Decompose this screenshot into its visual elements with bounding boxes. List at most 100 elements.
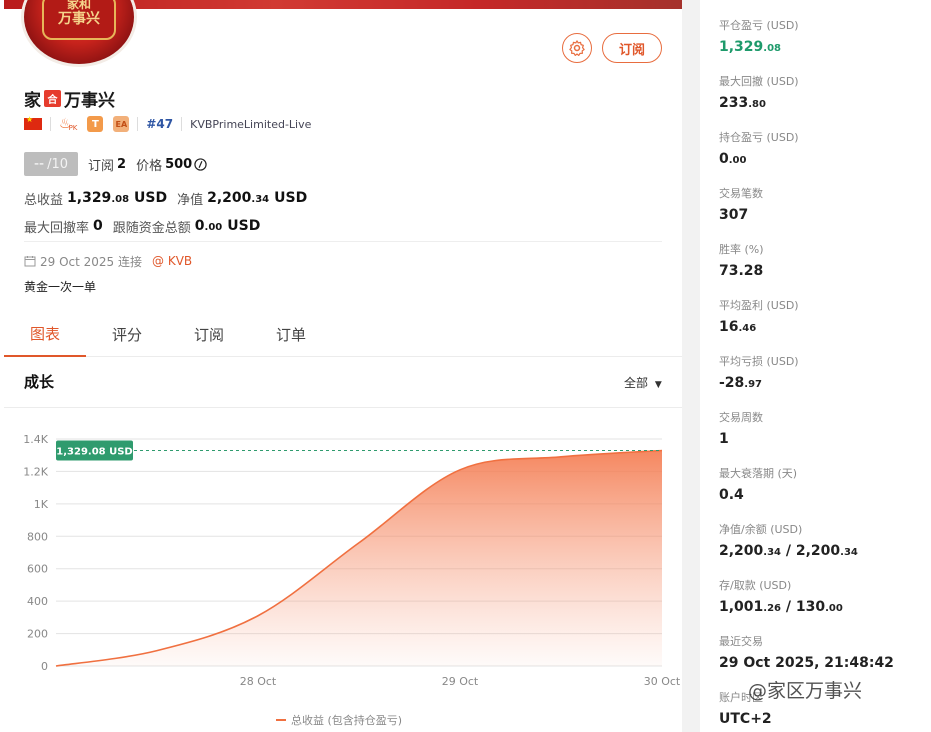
profit-equity-row: 总收益 1,329.08 USD 净值 2,200.34 USD [24,188,317,208]
divider [137,117,139,131]
metric-label: 平均亏损 (USD) [719,355,799,368]
metric-label: 最大回撤 (USD) [719,75,799,88]
total-profit-value: 1,329.08 [67,190,129,206]
follow-funds-decimal: .00 [204,222,223,233]
metric-label: 平仓盈亏 (USD) [719,19,799,32]
divider [50,117,51,131]
metric-value: 2,200.34 / 2,200.34 [719,543,858,559]
x-tick-label: 30 Oct [644,675,681,688]
settings-button[interactable] [562,33,592,63]
metric-label: 最大衰落期 (天) [719,467,798,480]
gear-icon [569,40,585,57]
divider [181,117,183,131]
y-tick-label: 800 [27,530,48,543]
metric-value: 0.4 [719,487,744,503]
metric-label: 持仓盈亏 (USD) [719,131,799,144]
trader-profile-card: 家和 万事兴 订阅 家 合 万事兴 ♨ PK T EA #47 KVBPrime… [4,0,682,732]
y-tick-label: 1.4K [23,433,48,446]
avatar-seal: 家和 万事兴 [42,0,116,40]
avatar-text-line2: 万事兴 [58,11,100,27]
score-denominator: /10 [47,156,69,172]
watermark: @家区万事兴 [748,680,863,702]
broker-server: KVBPrimeLimited-Live [190,117,312,131]
metric-item: 持仓盈亏 (USD) 0.00 [719,129,799,167]
strategy-description: 黄金一次一单 [24,280,97,294]
avatar-text-line1: 家和 [66,0,91,11]
metric-item: 平仓盈亏 (USD) 1,329.08 [719,17,799,55]
metric-value: 1 [719,431,729,447]
metric-value: 233.80 [719,95,766,111]
metric-item: 交易周数 1 [719,409,763,447]
score-box: -- /10 [24,152,78,176]
tab-chart[interactable]: 图表 [4,311,86,357]
equity-main: 2,200 [207,190,252,206]
price-value: 500 [165,156,193,172]
subscribers-value: 2 [117,156,127,172]
badge-row: ♨ PK T EA #47 KVBPrimeLimited-Live [24,115,311,133]
chart-title: 成长 [24,373,55,391]
metric-item: 最近交易 29 Oct 2025, 21:48:42 [719,633,894,671]
metric-item: 存/取款 (USD) 1,001.26 / 130.00 [719,577,843,615]
metric-item: 最大衰落期 (天) 0.4 [719,465,797,503]
connect-date: 29 Oct 2025 连接 [40,254,143,269]
total-profit-label: 总收益 [24,192,64,208]
x-tick-label: 29 Oct [442,675,479,688]
broker-link[interactable]: @ KVB [152,254,192,268]
metric-label: 最近交易 [719,635,763,648]
total-profit-main: 1,329 [67,190,112,206]
metric-label: 交易笔数 [719,187,763,200]
subscribe-button[interactable]: 订阅 [602,33,662,63]
drawdown-follow-row: 最大回撤率 0 跟随资金总额 0.00 USD [24,216,270,236]
max-drawdown-label: 最大回撤率 [24,220,90,236]
calendar-icon [24,256,36,267]
tab-rating[interactable]: 评分 [86,311,168,357]
china-flag-icon [24,115,42,130]
follow-funds-label: 跟随资金总额 [112,220,191,236]
metric-label: 净值/余额 (USD) [719,523,803,536]
y-tick-label: 0 [41,660,48,673]
price-label: 价格 [136,158,163,174]
t-badge: T [87,116,104,132]
metric-value: 73.28 [719,263,764,279]
tab-subscribe[interactable]: 订阅 [168,311,250,357]
metric-value: 1,329.08 [719,39,782,55]
total-profit-unit: USD [134,190,168,206]
chevron-down-icon: ▼ [654,380,662,390]
metric-label: 存/取款 (USD) [719,579,792,592]
rank-badge: #47 [146,117,174,131]
trader-name-badge: 合 [44,89,61,107]
y-tick-label: 400 [27,595,48,608]
current-value-label: 1,329.08 USD [56,446,132,457]
legend-label: 总收益 (包含持仓盈亏) [291,713,402,727]
follow-funds-unit: USD [227,218,261,234]
metric-label: 平均盈利 (USD) [719,299,799,312]
x-tick-label: 28 Oct [240,675,277,688]
metric-value: 16.46 [719,319,757,335]
equity-label: 净值 [177,192,204,208]
metric-item: 平均盈利 (USD) 16.46 [719,297,799,335]
metric-item: 交易笔数 307 [719,185,763,223]
metric-label: 交易周数 [719,411,763,424]
trader-name-part1: 家 [24,90,41,111]
max-drawdown-value: 0 [93,218,103,234]
tab-orders[interactable]: 订单 [250,311,332,357]
range-dropdown[interactable]: 全部 ▼ [624,374,662,391]
chart-header: 成长 全部 ▼ [4,357,682,408]
y-tick-label: 1.2K [23,465,48,478]
coin-icon [194,157,207,171]
metrics-panel: 平仓盈亏 (USD) 1,329.08 最大回撤 (USD) 233.80 持仓盈亏 (… [700,0,931,732]
subscribers-label: 订阅 [88,158,115,174]
trader-name-part2: 万事兴 [64,90,115,111]
metric-value: 0.00 [719,151,747,167]
metric-item: 平均亏损 (USD) -28.97 [719,353,799,391]
ea-badge: EA [113,116,130,132]
connect-date-row: 29 Oct 2025 连接 @ KVB [24,251,192,271]
score-value: -- [33,156,45,172]
metric-item: 胜率 (%) 73.28 [719,241,764,279]
trader-name: 家 合 万事兴 [24,86,115,111]
metric-value: UTC+2 [719,711,772,727]
equity-decimal: .34 [251,194,270,205]
avatar[interactable]: 家和 万事兴 [24,0,134,64]
growth-chart: 1,329.08 USD 0 200 400 600 800 1K 1.2K 1.4K 28 O… [23,433,681,727]
y-tick-label: 200 [27,628,48,641]
